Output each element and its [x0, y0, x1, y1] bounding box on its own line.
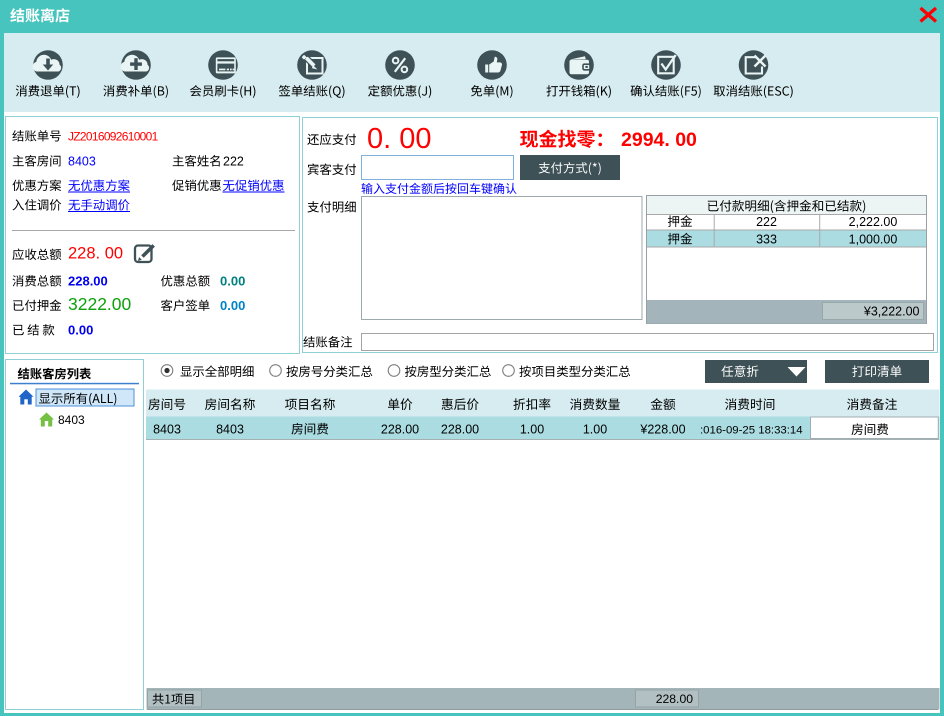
svg-text:8403: 8403: [216, 423, 244, 437]
svg-text:222: 222: [223, 155, 244, 169]
svg-text:1.00: 1.00: [520, 423, 544, 437]
svg-text:8403: 8403: [68, 155, 96, 169]
svg-text:3222.00: 3222.00: [68, 294, 132, 314]
svg-text:2994. 00: 2994. 00: [621, 129, 697, 151]
svg-text:228.00: 228.00: [656, 692, 693, 706]
svg-text:JZ2016092610001: JZ2016092610001: [68, 130, 159, 144]
svg-text:0. 00: 0. 00: [367, 123, 432, 155]
svg-text:333: 333: [756, 233, 777, 247]
svg-text:1,000.00: 1,000.00: [849, 233, 898, 247]
svg-text:8403: 8403: [153, 423, 181, 437]
svg-text:222: 222: [756, 215, 777, 229]
svg-text:0.00: 0.00: [220, 298, 245, 313]
svg-text:8403: 8403: [58, 413, 85, 427]
svg-text:1.00: 1.00: [583, 423, 607, 437]
svg-text:0.00: 0.00: [220, 274, 245, 289]
svg-text:¥3,222.00: ¥3,222.00: [863, 305, 920, 319]
svg-text:228.00: 228.00: [68, 274, 108, 289]
svg-text:228.00: 228.00: [381, 423, 419, 437]
svg-text:228.00: 228.00: [441, 423, 479, 437]
svg-text:0.00: 0.00: [68, 323, 93, 338]
svg-text:¥228.00: ¥228.00: [639, 423, 685, 437]
svg-text:2,222.00: 2,222.00: [849, 215, 898, 229]
svg-text::016-09-25 18:33:14: :016-09-25 18:33:14: [700, 425, 803, 437]
svg-text:228. 00: 228. 00: [68, 245, 123, 263]
